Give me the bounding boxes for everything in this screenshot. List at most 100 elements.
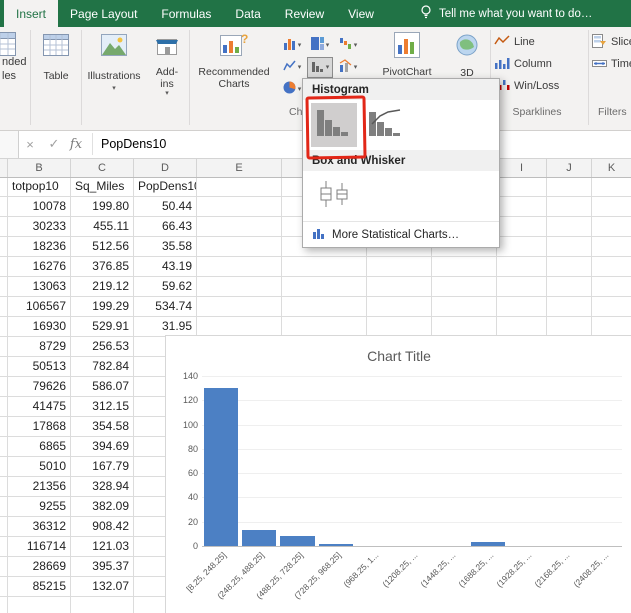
sheet-cell[interactable]: 376.85 [71,257,134,277]
sheet-cell[interactable]: 199.29 [71,297,134,317]
sheet-cell[interactable] [0,397,8,417]
sheet-cell[interactable] [282,277,367,297]
sheet-cell[interactable] [547,317,592,337]
sheet-cell[interactable] [497,277,547,297]
sheet-cell[interactable] [0,197,8,217]
sheet-cell[interactable] [197,317,282,337]
cutoff-recommended-pivottables-button[interactable]: nded les [2,55,26,83]
sheet-cell[interactable]: 395.37 [71,557,134,577]
tab-view[interactable]: View [336,0,386,27]
sheet-cell[interactable] [547,237,592,257]
timeline-button[interactable]: Timeline [592,53,631,75]
box-whisker-chart-option[interactable] [311,174,357,218]
sheet-cell[interactable] [367,317,432,337]
sheet-cell[interactable]: PopDens10 [134,177,197,197]
sheet-cell[interactable] [8,597,71,613]
sheet-cell[interactable] [547,197,592,217]
sheet-cell[interactable]: 354.58 [71,417,134,437]
sheet-cell[interactable]: 199.80 [71,197,134,217]
sheet-cell[interactable] [592,317,631,337]
sheet-cell[interactable]: 18236 [8,237,71,257]
sheet-cell[interactable]: 41475 [8,397,71,417]
sheet-cell[interactable]: 9255 [8,497,71,517]
histogram-bar[interactable] [242,530,276,546]
sheet-cell[interactable]: 256.53 [71,337,134,357]
table-button[interactable]: Table [32,27,80,82]
sheet-cell[interactable]: 132.07 [71,577,134,597]
sheet-cell[interactable] [71,597,134,613]
insert-hierarchy-chart-button[interactable]: ▾ [307,35,333,56]
sheet-cell[interactable]: 106567 [8,297,71,317]
sheet-cell[interactable]: 10078 [8,197,71,217]
sheet-cell[interactable]: 328.94 [71,477,134,497]
sheet-cell[interactable]: 312.15 [71,397,134,417]
sheet-cell[interactable] [547,177,592,197]
sheet-cell[interactable] [197,217,282,237]
sheet-cell[interactable] [0,277,8,297]
sheet-cell[interactable] [282,317,367,337]
insert-waterfall-chart-button[interactable]: ▾ [335,35,361,56]
sheet-cell[interactable]: 16276 [8,257,71,277]
add-ins-button[interactable]: Add- ins ▾ [146,27,188,98]
sheet-cell[interactable]: 394.69 [71,437,134,457]
sheet-cell[interactable] [0,357,8,377]
sheet-cell[interactable] [497,237,547,257]
sheet-cell[interactable]: 6865 [8,437,71,457]
cancel-button[interactable]: × [20,130,40,158]
sheet-cell[interactable] [592,257,631,277]
sheet-cell[interactable] [367,257,432,277]
tell-me-box[interactable]: Tell me what you want to do… [420,0,592,27]
sheet-cell[interactable] [0,317,8,337]
insert-line-area-chart-button[interactable]: ▾ [279,57,305,78]
sheet-cell[interactable]: 8729 [8,337,71,357]
sheet-cell[interactable]: 35.58 [134,237,197,257]
sheet-cell[interactable] [497,177,547,197]
sheet-cell[interactable] [0,437,8,457]
sheet-cell[interactable] [592,237,631,257]
histogram-bar[interactable] [204,388,238,546]
sheet-cell[interactable] [547,217,592,237]
sheet-cell[interactable] [367,277,432,297]
insert-combo-chart-button[interactable]: ▾ [335,57,361,78]
sheet-cell[interactable] [547,277,592,297]
pareto-chart-option[interactable] [363,103,409,147]
sheet-cell[interactable] [547,257,592,277]
sheet-cell[interactable] [197,177,282,197]
sheet-cell[interactable] [432,257,497,277]
column-header-E[interactable]: E [197,158,282,177]
sheet-cell[interactable]: 30233 [8,217,71,237]
sheet-cell[interactable] [0,597,8,613]
sheet-cell[interactable] [0,257,8,277]
sheet-cell[interactable] [0,577,8,597]
sheet-cell[interactable] [282,257,367,277]
insert-function-button[interactable]: fx [66,130,86,158]
sheet-cell[interactable] [0,497,8,517]
sheet-cell[interactable]: 219.12 [71,277,134,297]
illustrations-button[interactable]: Illustrations ▾ [84,27,144,93]
sheet-cell[interactable] [432,297,497,317]
column-header-K[interactable]: K [592,158,631,177]
sheet-cell[interactable]: 586.07 [71,377,134,397]
sheet-cell[interactable]: 85215 [8,577,71,597]
sheet-cell[interactable] [0,537,8,557]
sheet-cell[interactable] [197,257,282,277]
sparkline-column-button[interactable]: Column [494,53,559,75]
sheet-cell[interactable] [197,297,282,317]
sheet-cell[interactable]: 31.95 [134,317,197,337]
sheet-cell[interactable] [432,277,497,297]
slicer-button[interactable]: Slicer [592,31,631,53]
sheet-cell[interactable]: 13063 [8,277,71,297]
sheet-cell[interactable]: 529.91 [71,317,134,337]
column-header-C[interactable]: C [71,158,134,177]
tab-data[interactable]: Data [223,0,272,27]
tab-review[interactable]: Review [273,0,336,27]
sheet-cell[interactable]: 17868 [8,417,71,437]
name-box-remnant[interactable] [0,130,19,158]
sheet-cell[interactable]: 50.44 [134,197,197,217]
sheet-cell[interactable] [197,237,282,257]
sheet-cell[interactable] [592,277,631,297]
sheet-cell[interactable]: 16930 [8,317,71,337]
sheet-cell[interactable]: 116714 [8,537,71,557]
sheet-cell[interactable] [592,297,631,317]
column-header-J[interactable]: J [547,158,592,177]
